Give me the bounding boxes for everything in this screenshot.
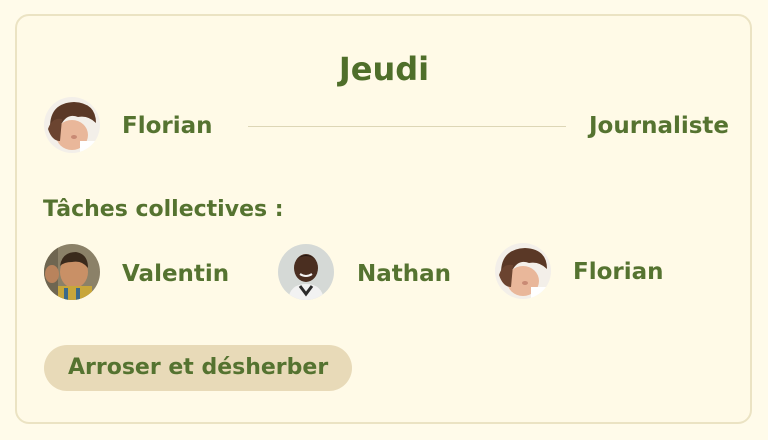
member-name-nathan: Nathan bbox=[357, 261, 452, 287]
member-name-florian: Florian bbox=[573, 259, 664, 285]
florian-avatar bbox=[44, 97, 100, 153]
florian-collective-avatar bbox=[495, 243, 551, 299]
assignment-role: Journaliste bbox=[589, 113, 730, 139]
valentin-avatar bbox=[44, 244, 100, 300]
collective-tasks-title: Tâches collectives : bbox=[43, 197, 284, 222]
day-title: Jeudi bbox=[338, 50, 430, 88]
collective-task-chip: Arroser et désherber bbox=[44, 345, 353, 391]
assignment-person-name: Florian bbox=[122, 113, 213, 139]
member-name-valentin: Valentin bbox=[122, 261, 230, 287]
nathan-avatar bbox=[278, 244, 334, 300]
divider bbox=[248, 126, 566, 127]
